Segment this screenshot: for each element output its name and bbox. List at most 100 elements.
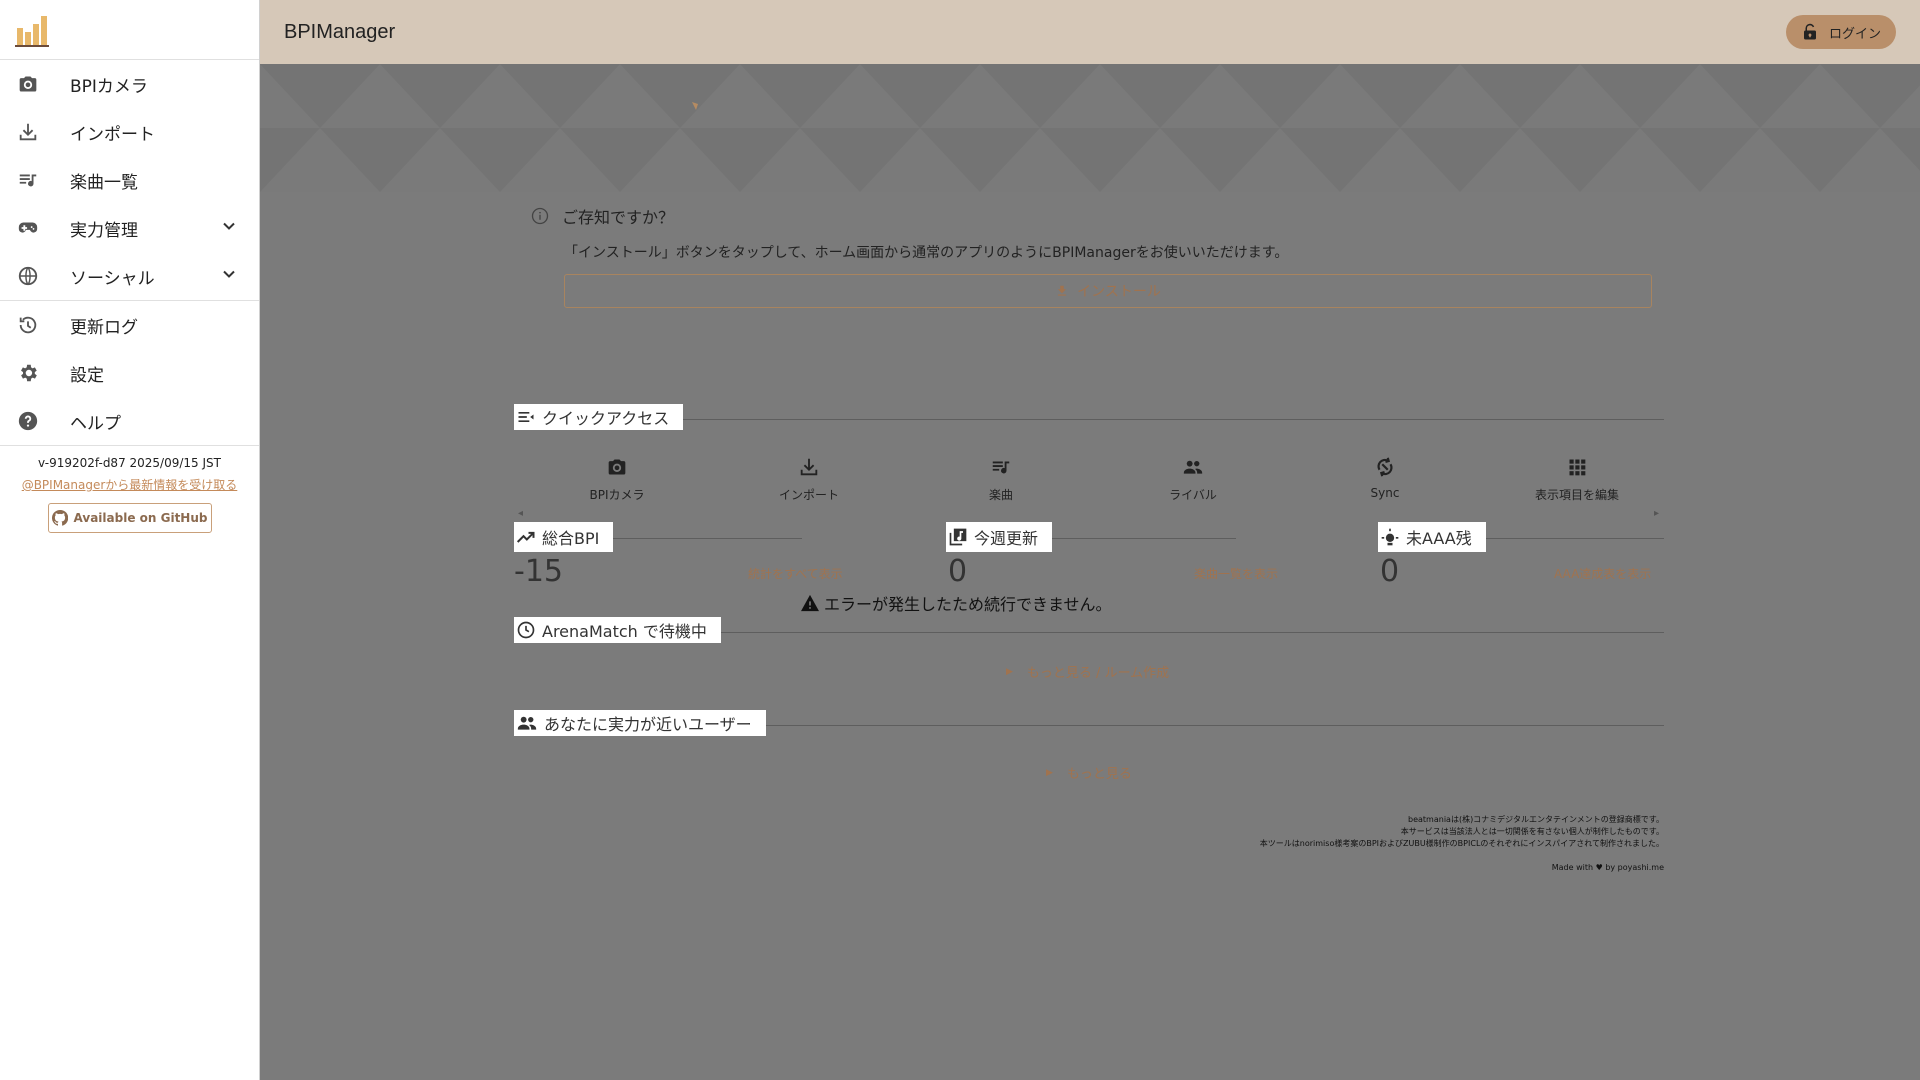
help-icon bbox=[16, 409, 40, 433]
quick-access-edit[interactable]: 表示項目を編集 bbox=[1512, 454, 1642, 503]
quick-access-label: BPIカメラ bbox=[589, 488, 645, 502]
sidebar-item-skill[interactable]: 実力管理 bbox=[0, 204, 259, 252]
sidebar-item-changelog[interactable]: 更新ログ bbox=[0, 301, 259, 349]
version-text: v-919202f-d87 2025/09/15 JST bbox=[38, 456, 221, 470]
quick-access-label: インポート bbox=[778, 488, 839, 502]
arena-more-link[interactable]: ▶ もっと見る / ルーム作成 bbox=[1006, 662, 1169, 681]
github-label: Available on GitHub bbox=[73, 511, 208, 525]
app-bar: BPIManager ログイン bbox=[260, 0, 1920, 64]
info-icon bbox=[531, 207, 549, 225]
camera-icon bbox=[552, 454, 682, 480]
chevron-down-icon[interactable] bbox=[219, 216, 239, 241]
caret-right-icon: ▶ bbox=[1006, 666, 1013, 677]
aaa-label: 未AAA残 bbox=[1406, 529, 1472, 548]
scroll-right-arrow[interactable]: ▸ bbox=[1654, 508, 1659, 519]
arena-title: ArenaMatch で待機中 bbox=[514, 617, 721, 643]
divider bbox=[0, 445, 259, 446]
total-bpi-title: 総合BPI bbox=[514, 522, 614, 552]
aaa-value: 0 bbox=[1380, 554, 1400, 589]
trending-up-icon bbox=[516, 531, 535, 543]
install-button[interactable]: インストール bbox=[564, 274, 1652, 308]
sidebar-item-settings[interactable]: 設定 bbox=[0, 349, 259, 397]
sidebar-item-label: 設定 bbox=[70, 365, 104, 386]
similar-more-label: もっと見る bbox=[1066, 767, 1132, 782]
logo-bars-icon bbox=[15, 15, 49, 47]
section-divider bbox=[514, 419, 1664, 420]
quick-access-label: Sync bbox=[1370, 486, 1400, 500]
arena-label: ArenaMatch で待機中 bbox=[542, 622, 707, 641]
people-icon bbox=[517, 716, 537, 730]
hero-banner bbox=[260, 64, 1920, 192]
stats-all-link[interactable]: 統計をすべて表示 bbox=[748, 565, 843, 582]
download-icon bbox=[1058, 285, 1067, 296]
sidebar-item-label: 実力管理 bbox=[70, 220, 138, 241]
error-message: エラーが発生したため続行できません。 bbox=[800, 591, 1112, 615]
arena-more-label: もっと見る / ルーム作成 bbox=[1026, 666, 1170, 681]
sidebar-item-label: ヘルプ bbox=[70, 413, 121, 434]
scroll-left-arrow[interactable]: ◂ bbox=[518, 508, 523, 519]
download-icon bbox=[16, 120, 40, 144]
sidebar-item-label: ソーシャル bbox=[70, 268, 155, 289]
quick-access-import[interactable]: インポート bbox=[744, 454, 874, 503]
clock-icon bbox=[517, 621, 535, 639]
weekly-label: 今週更新 bbox=[974, 529, 1039, 548]
tip-title: ご存知ですか？ bbox=[562, 208, 675, 227]
weekly-value: 0 bbox=[948, 554, 968, 589]
sidebar: BPIカメラ インポート 楽曲一覧 実力管理 ソーシャル 更新ログ 設定 ヘルプ… bbox=[0, 0, 260, 1080]
download-icon bbox=[744, 454, 874, 480]
camera-icon bbox=[16, 72, 40, 96]
menu-open-icon bbox=[518, 412, 534, 422]
quick-access-label: 楽曲 bbox=[988, 488, 1013, 502]
sidebar-item-social[interactable]: ソーシャル bbox=[0, 252, 259, 300]
tip-box: ご存知ですか？ 「インストール」ボタンをタップして、ホーム画面から通常のアプリの… bbox=[514, 192, 1664, 322]
gamepad-icon bbox=[16, 216, 40, 240]
people-icon bbox=[1128, 454, 1258, 480]
song-list-link[interactable]: 楽曲一覧を表示 bbox=[1194, 565, 1278, 582]
login-label: ログイン bbox=[1828, 26, 1881, 42]
twitter-link[interactable]: @BPIManagerから最新情報を受け取る bbox=[0, 476, 259, 493]
login-button[interactable]: ログイン bbox=[1786, 15, 1896, 49]
globe-icon bbox=[16, 264, 40, 288]
lock-icon bbox=[1803, 23, 1816, 40]
quick-access-sync[interactable]: Sync bbox=[1320, 454, 1450, 500]
quick-access-rivals[interactable]: ライバル bbox=[1128, 454, 1258, 503]
triangle-pattern bbox=[260, 64, 1920, 192]
similar-users-title: あなたに実力が近いユーザー bbox=[514, 710, 766, 736]
sidebar-item-label: 楽曲一覧 bbox=[70, 172, 138, 193]
error-text: エラーが発生したため続行できません。 bbox=[824, 595, 1112, 614]
sync-icon bbox=[1320, 454, 1450, 480]
lightbulb-icon bbox=[1381, 528, 1399, 546]
quick-access-title: クイックアクセス bbox=[514, 404, 684, 430]
content-column: ご存知ですか？ 「インストール」ボタンをタップして、ホーム画面から通常のアプリの… bbox=[514, 192, 1664, 872]
sidebar-item-camera[interactable]: BPIカメラ bbox=[0, 60, 259, 108]
install-label: インストール bbox=[1077, 284, 1161, 300]
weekly-title: 今週更新 bbox=[946, 522, 1053, 552]
chevron-down-icon[interactable] bbox=[219, 264, 239, 289]
quick-access-label: クイックアクセス bbox=[542, 409, 670, 428]
quick-access-songs[interactable]: 楽曲 bbox=[936, 454, 1066, 503]
tip-body: 「インストール」ボタンをタップして、ホーム画面から通常のアプリのようにBPIMa… bbox=[564, 245, 1289, 261]
footer-line: 本ツールはnorimiso様考案のBPIおよびZUBU様制作のBPICLのそれぞ… bbox=[1259, 839, 1664, 848]
similar-more-link[interactable]: ▶ もっと見る bbox=[1046, 763, 1132, 782]
sidebar-item-import[interactable]: インポート bbox=[0, 108, 259, 156]
playlist-icon bbox=[16, 168, 40, 192]
grid-icon bbox=[1512, 454, 1642, 480]
footer: beatmaniaは(株)コナミデジタルエンタテインメントの登録商標です。 本サ… bbox=[1260, 814, 1664, 874]
footer-credit[interactable]: Made with ♥ by poyashi.me bbox=[1260, 862, 1664, 874]
playlist-icon bbox=[936, 454, 1066, 480]
aaa-table-link[interactable]: AAA達成表を表示 bbox=[1554, 565, 1651, 582]
app-logo[interactable] bbox=[0, 0, 259, 60]
github-button[interactable]: Available on GitHub bbox=[47, 503, 212, 533]
footer-line: 本サービスは当該法人とは一切関係を有さない個人が制作したものです。 bbox=[1400, 827, 1664, 836]
sidebar-item-label: インポート bbox=[70, 124, 155, 145]
gear-icon bbox=[16, 361, 40, 385]
library-music-icon bbox=[949, 528, 967, 546]
sidebar-item-songs[interactable]: 楽曲一覧 bbox=[0, 156, 259, 204]
warning-icon bbox=[801, 594, 819, 612]
caret-right-icon: ▶ bbox=[1046, 767, 1053, 778]
aaa-title: 未AAA残 bbox=[1378, 522, 1486, 552]
sidebar-item-help[interactable]: ヘルプ bbox=[0, 397, 259, 445]
history-icon bbox=[16, 313, 40, 337]
quick-access-camera[interactable]: BPIカメラ bbox=[552, 454, 682, 503]
footer-line: beatmaniaは(株)コナミデジタルエンタテインメントの登録商標です。 bbox=[1408, 815, 1664, 824]
